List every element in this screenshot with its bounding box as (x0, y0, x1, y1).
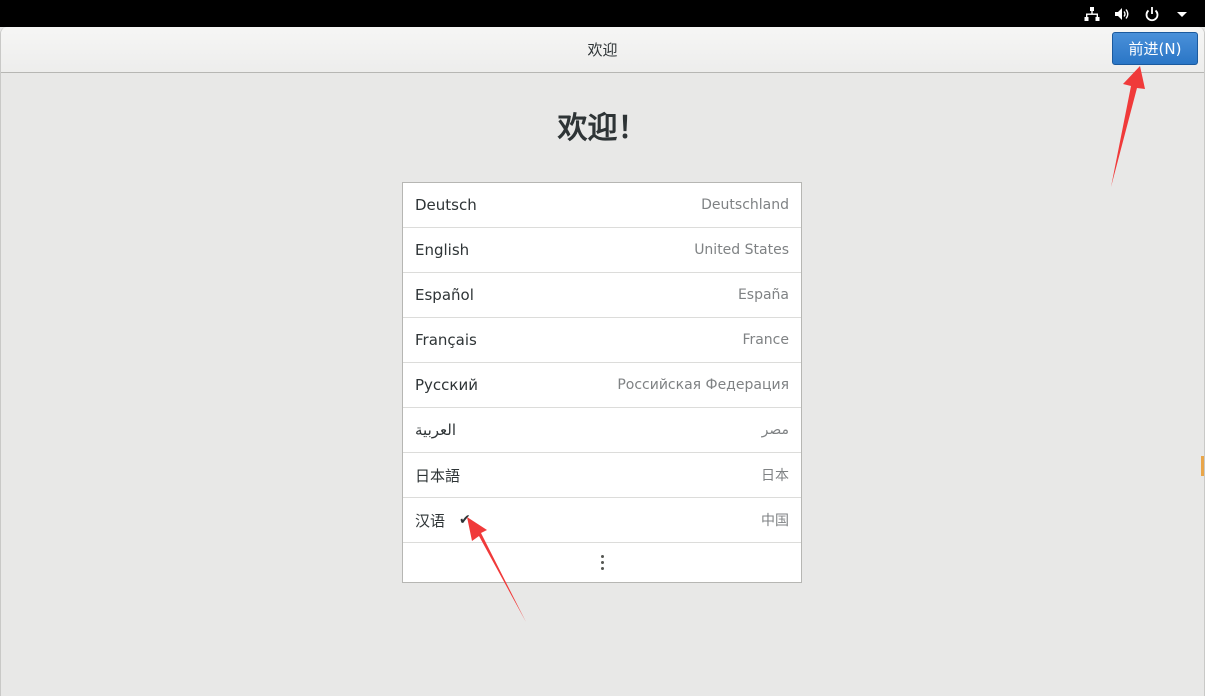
language-name: 日本語 (415, 466, 461, 485)
header-bar: 欢迎 前进(N) (1, 27, 1204, 73)
language-region: مصر (761, 422, 789, 438)
language-row-japanese[interactable]: 日本語 日本 (403, 453, 801, 498)
language-region: España (737, 287, 789, 303)
page-title: 欢迎！ (557, 111, 648, 146)
language-list: Deutsch Deutschland English United State… (402, 182, 802, 583)
welcome-window: 欢迎 前进(N) 欢迎！ Deutsch Deutschland English… (0, 27, 1205, 696)
checkmark-icon: ✔ (459, 512, 471, 528)
language-row-deutsch[interactable]: Deutsch Deutschland (403, 183, 801, 228)
language-region: France (742, 332, 789, 348)
language-row-russian[interactable]: Русский Российская Федерация (403, 363, 801, 408)
language-name: 汉语 (415, 511, 446, 530)
language-region: Deutschland (701, 197, 789, 213)
language-name: العربية (415, 421, 456, 439)
more-languages-button[interactable] (403, 543, 801, 582)
volume-icon[interactable] (1113, 5, 1131, 23)
window-edge-marker (1201, 456, 1204, 476)
language-row-arabic[interactable]: العربية مصر (403, 408, 801, 453)
language-name: English (415, 241, 470, 259)
language-region: United States (694, 242, 789, 258)
next-button[interactable]: 前进(N) (1112, 32, 1198, 65)
language-name: Deutsch (415, 196, 477, 214)
language-region: 中国 (761, 513, 789, 529)
language-name-with-check: 汉语 ✔ (415, 510, 471, 531)
top-bar (0, 0, 1205, 27)
language-name: Français (415, 331, 477, 349)
language-name: Español (415, 286, 474, 304)
more-vertical-icon (600, 555, 604, 570)
language-region: Российская Федерация (617, 377, 789, 393)
system-tray[interactable] (1083, 0, 1191, 27)
language-name: Русский (415, 376, 478, 394)
language-row-chinese[interactable]: 汉语 ✔ 中国 (403, 498, 801, 543)
language-region: 日本 (761, 468, 789, 484)
language-row-english[interactable]: English United States (403, 228, 801, 273)
window-title: 欢迎 (587, 41, 618, 59)
language-row-francais[interactable]: Français France (403, 318, 801, 363)
network-icon[interactable] (1083, 5, 1101, 23)
chevron-down-icon[interactable] (1173, 5, 1191, 23)
language-row-espanol[interactable]: Español España (403, 273, 801, 318)
power-icon[interactable] (1143, 5, 1161, 23)
